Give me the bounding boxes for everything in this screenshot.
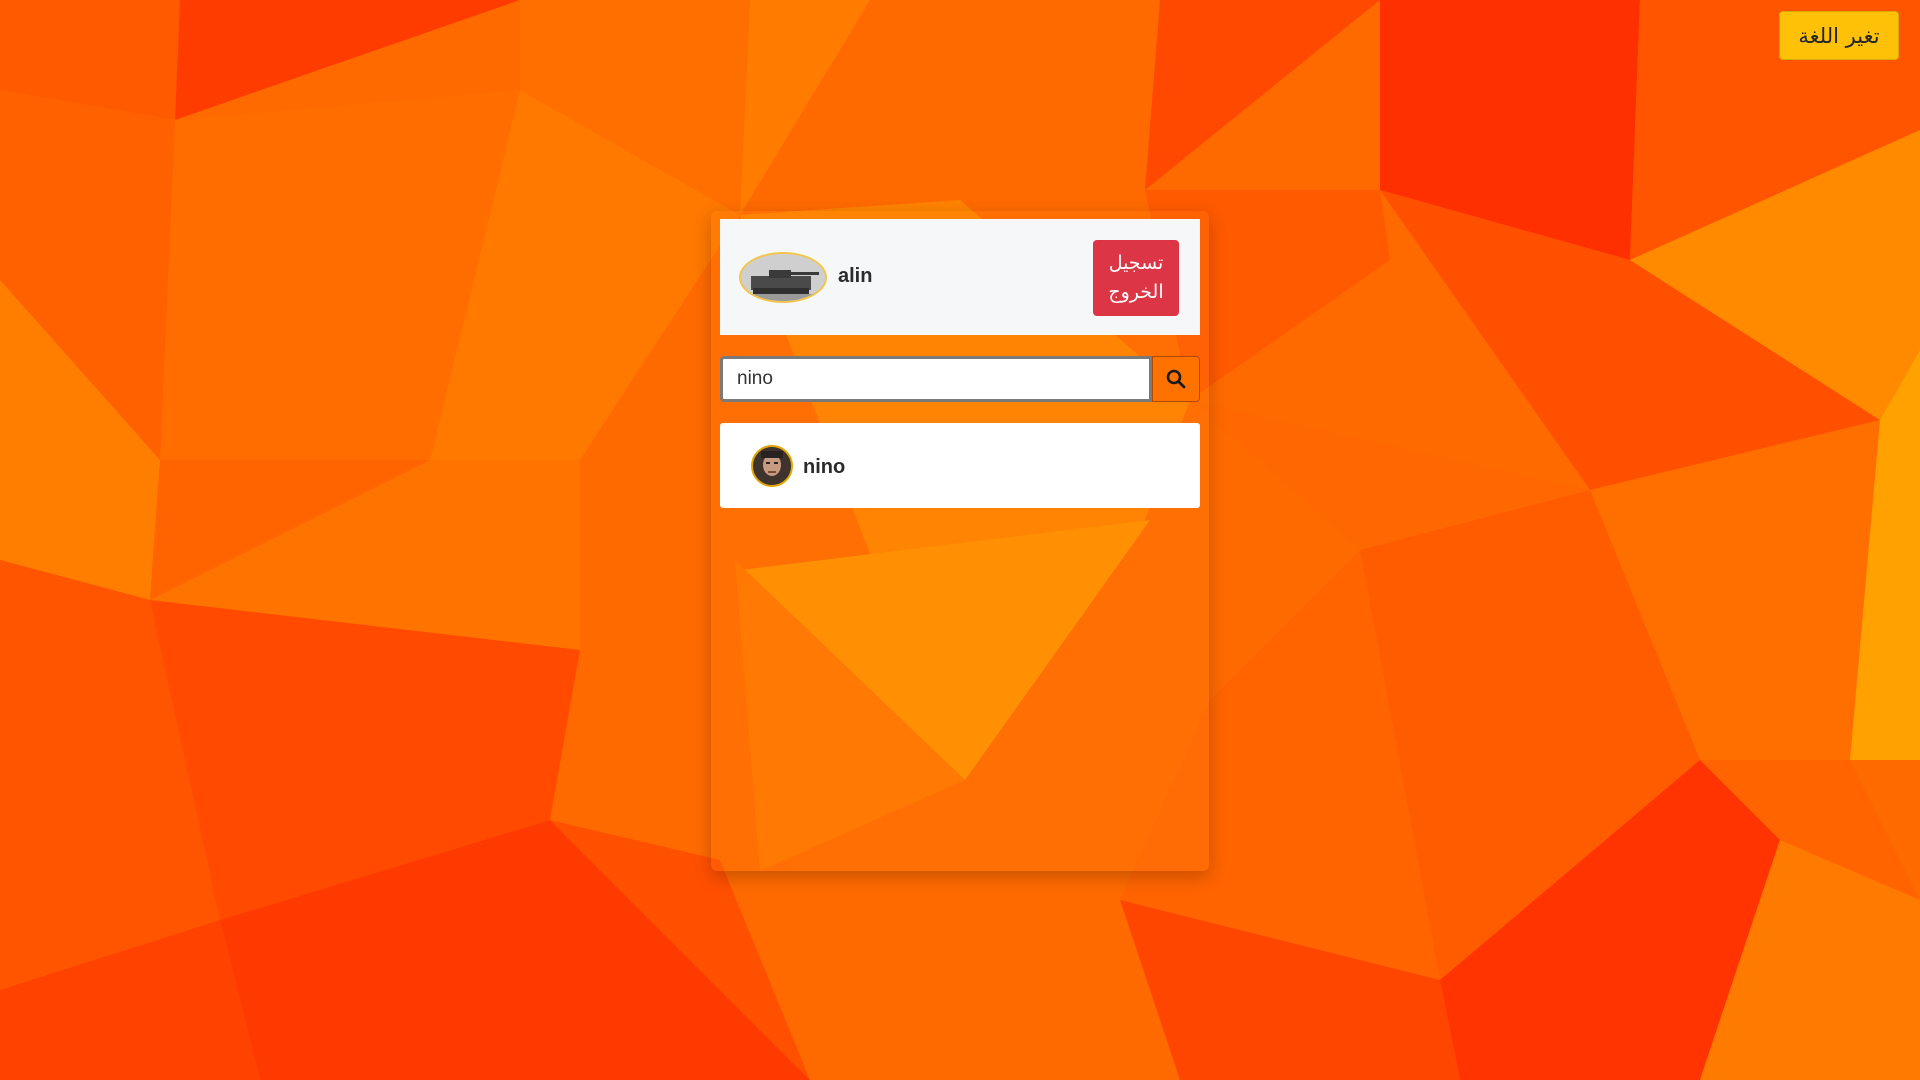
person-photo-icon [753, 447, 791, 485]
search-icon [1166, 369, 1186, 389]
search-button[interactable] [1152, 356, 1200, 402]
username-label: alin [838, 265, 873, 287]
change-language-button[interactable]: تغير اللغة [1779, 11, 1899, 60]
result-avatar [751, 445, 793, 487]
user-avatar [739, 252, 827, 303]
logout-button[interactable]: تسجيل الخروج [1093, 240, 1179, 316]
result-name: nino [803, 456, 846, 478]
search-input[interactable] [720, 356, 1152, 402]
